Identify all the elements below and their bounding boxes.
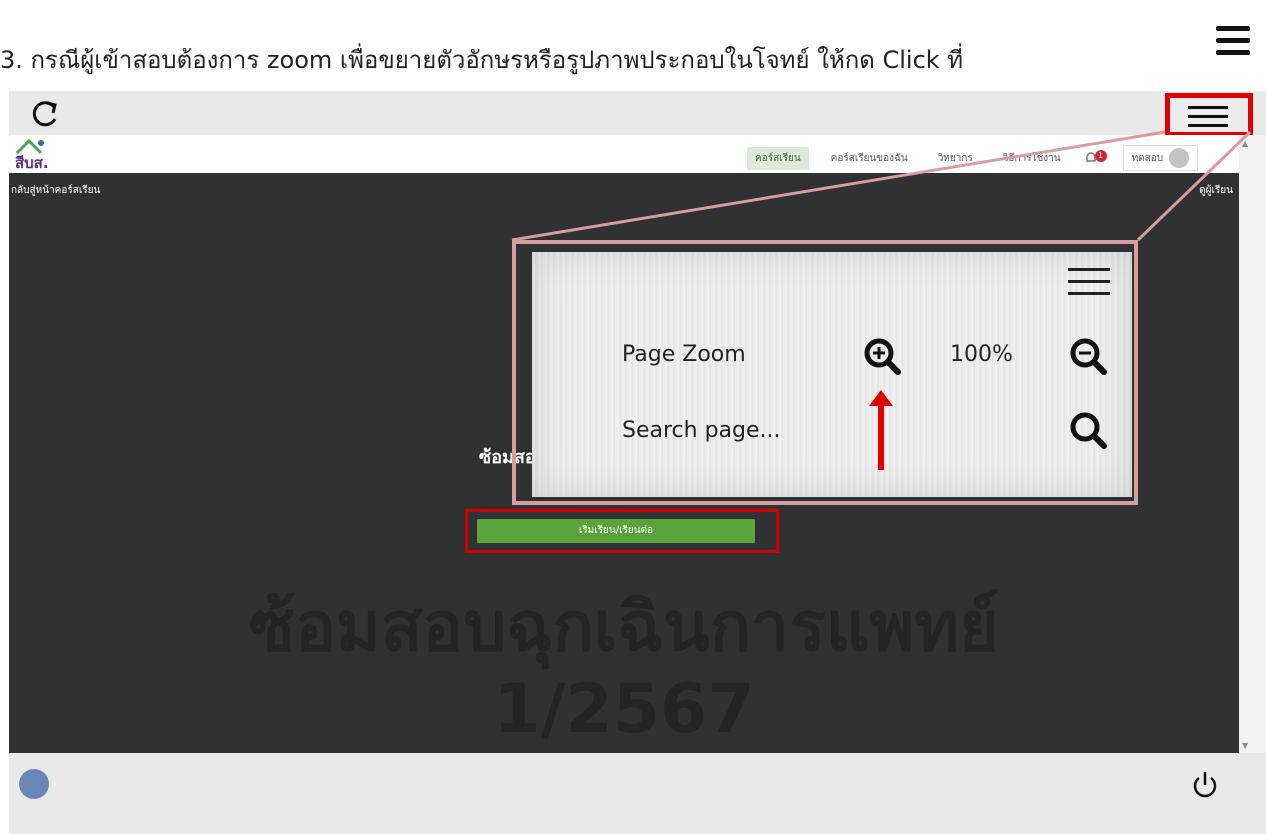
menu-button[interactable] xyxy=(1165,93,1253,137)
site-header: สีบส. คอร์สเรียน คอร์สเรียนของฉัน วิทยาก… xyxy=(9,135,1239,173)
scrollbar[interactable] xyxy=(1239,135,1266,753)
scroll-up-icon[interactable]: ▲ xyxy=(1242,139,1248,148)
nav-item-my-courses[interactable]: คอร์สเรียนของฉัน xyxy=(823,147,916,170)
background-title-line-2: 1/2567 xyxy=(493,670,755,749)
instruction-section: 3. กรณีผู้เข้าสอบต้องการ zoom เพื่อขยายต… xyxy=(0,0,1268,90)
user-menu[interactable]: ทดสอบ xyxy=(1122,145,1199,171)
instruction-text: 3. กรณีผู้เข้าสอบต้องการ zoom เพื่อขยายต… xyxy=(0,46,964,74)
start-button[interactable]: เริ่มเรียน/เรียนต่อ xyxy=(477,519,755,543)
search-page-label[interactable]: Search page... xyxy=(622,418,781,443)
nav-item-speakers[interactable]: วิทยากร xyxy=(930,147,981,170)
menu-icon xyxy=(1210,18,1256,64)
reload-icon[interactable] xyxy=(27,97,61,131)
bell-icon[interactable]: 1 xyxy=(1083,150,1107,166)
back-link[interactable]: กลับสู่หน้าคอร์สเรียน xyxy=(11,183,100,198)
kiosk-topbar xyxy=(9,91,1266,137)
background-course-title: ซ้อมสอบฉุกเฉินการแพทย์ 1/2567 xyxy=(9,587,1239,751)
nav-item-how-to[interactable]: วิธีการใช้งาน xyxy=(995,147,1069,170)
zoom-panel xyxy=(532,252,1132,497)
user-name: ทดสอบ xyxy=(1131,152,1164,164)
zoom-panel-menu-icon[interactable] xyxy=(1068,268,1110,298)
background-title-line-1: ซ้อมสอบฉุกเฉินการแพทย์ xyxy=(248,588,1000,667)
site-logo[interactable]: สีบส. xyxy=(15,139,55,172)
nav-item-courses[interactable]: คอร์สเรียน xyxy=(747,146,809,170)
main-nav: คอร์สเรียน คอร์สเรียนของฉัน วิทยากร วิธี… xyxy=(747,145,1199,171)
zoom-level: 100% xyxy=(950,342,1013,367)
globe-icon[interactable] xyxy=(19,769,49,799)
notification-badge: 1 xyxy=(1094,150,1107,162)
scroll-down-icon[interactable]: ▼ xyxy=(1242,741,1248,750)
search-icon[interactable] xyxy=(1068,410,1108,450)
zoom-out-icon[interactable] xyxy=(1068,336,1108,376)
right-link[interactable]: ดูผู้เรียน xyxy=(1199,183,1233,198)
kiosk-bottombar xyxy=(9,753,1266,834)
red-arrow-icon xyxy=(869,390,893,470)
power-icon[interactable] xyxy=(1189,769,1221,801)
avatar-icon xyxy=(1169,148,1190,168)
logo-text: สีบส. xyxy=(15,154,49,172)
zoom-in-icon[interactable] xyxy=(862,336,902,376)
page-zoom-label: Page Zoom xyxy=(622,342,746,367)
